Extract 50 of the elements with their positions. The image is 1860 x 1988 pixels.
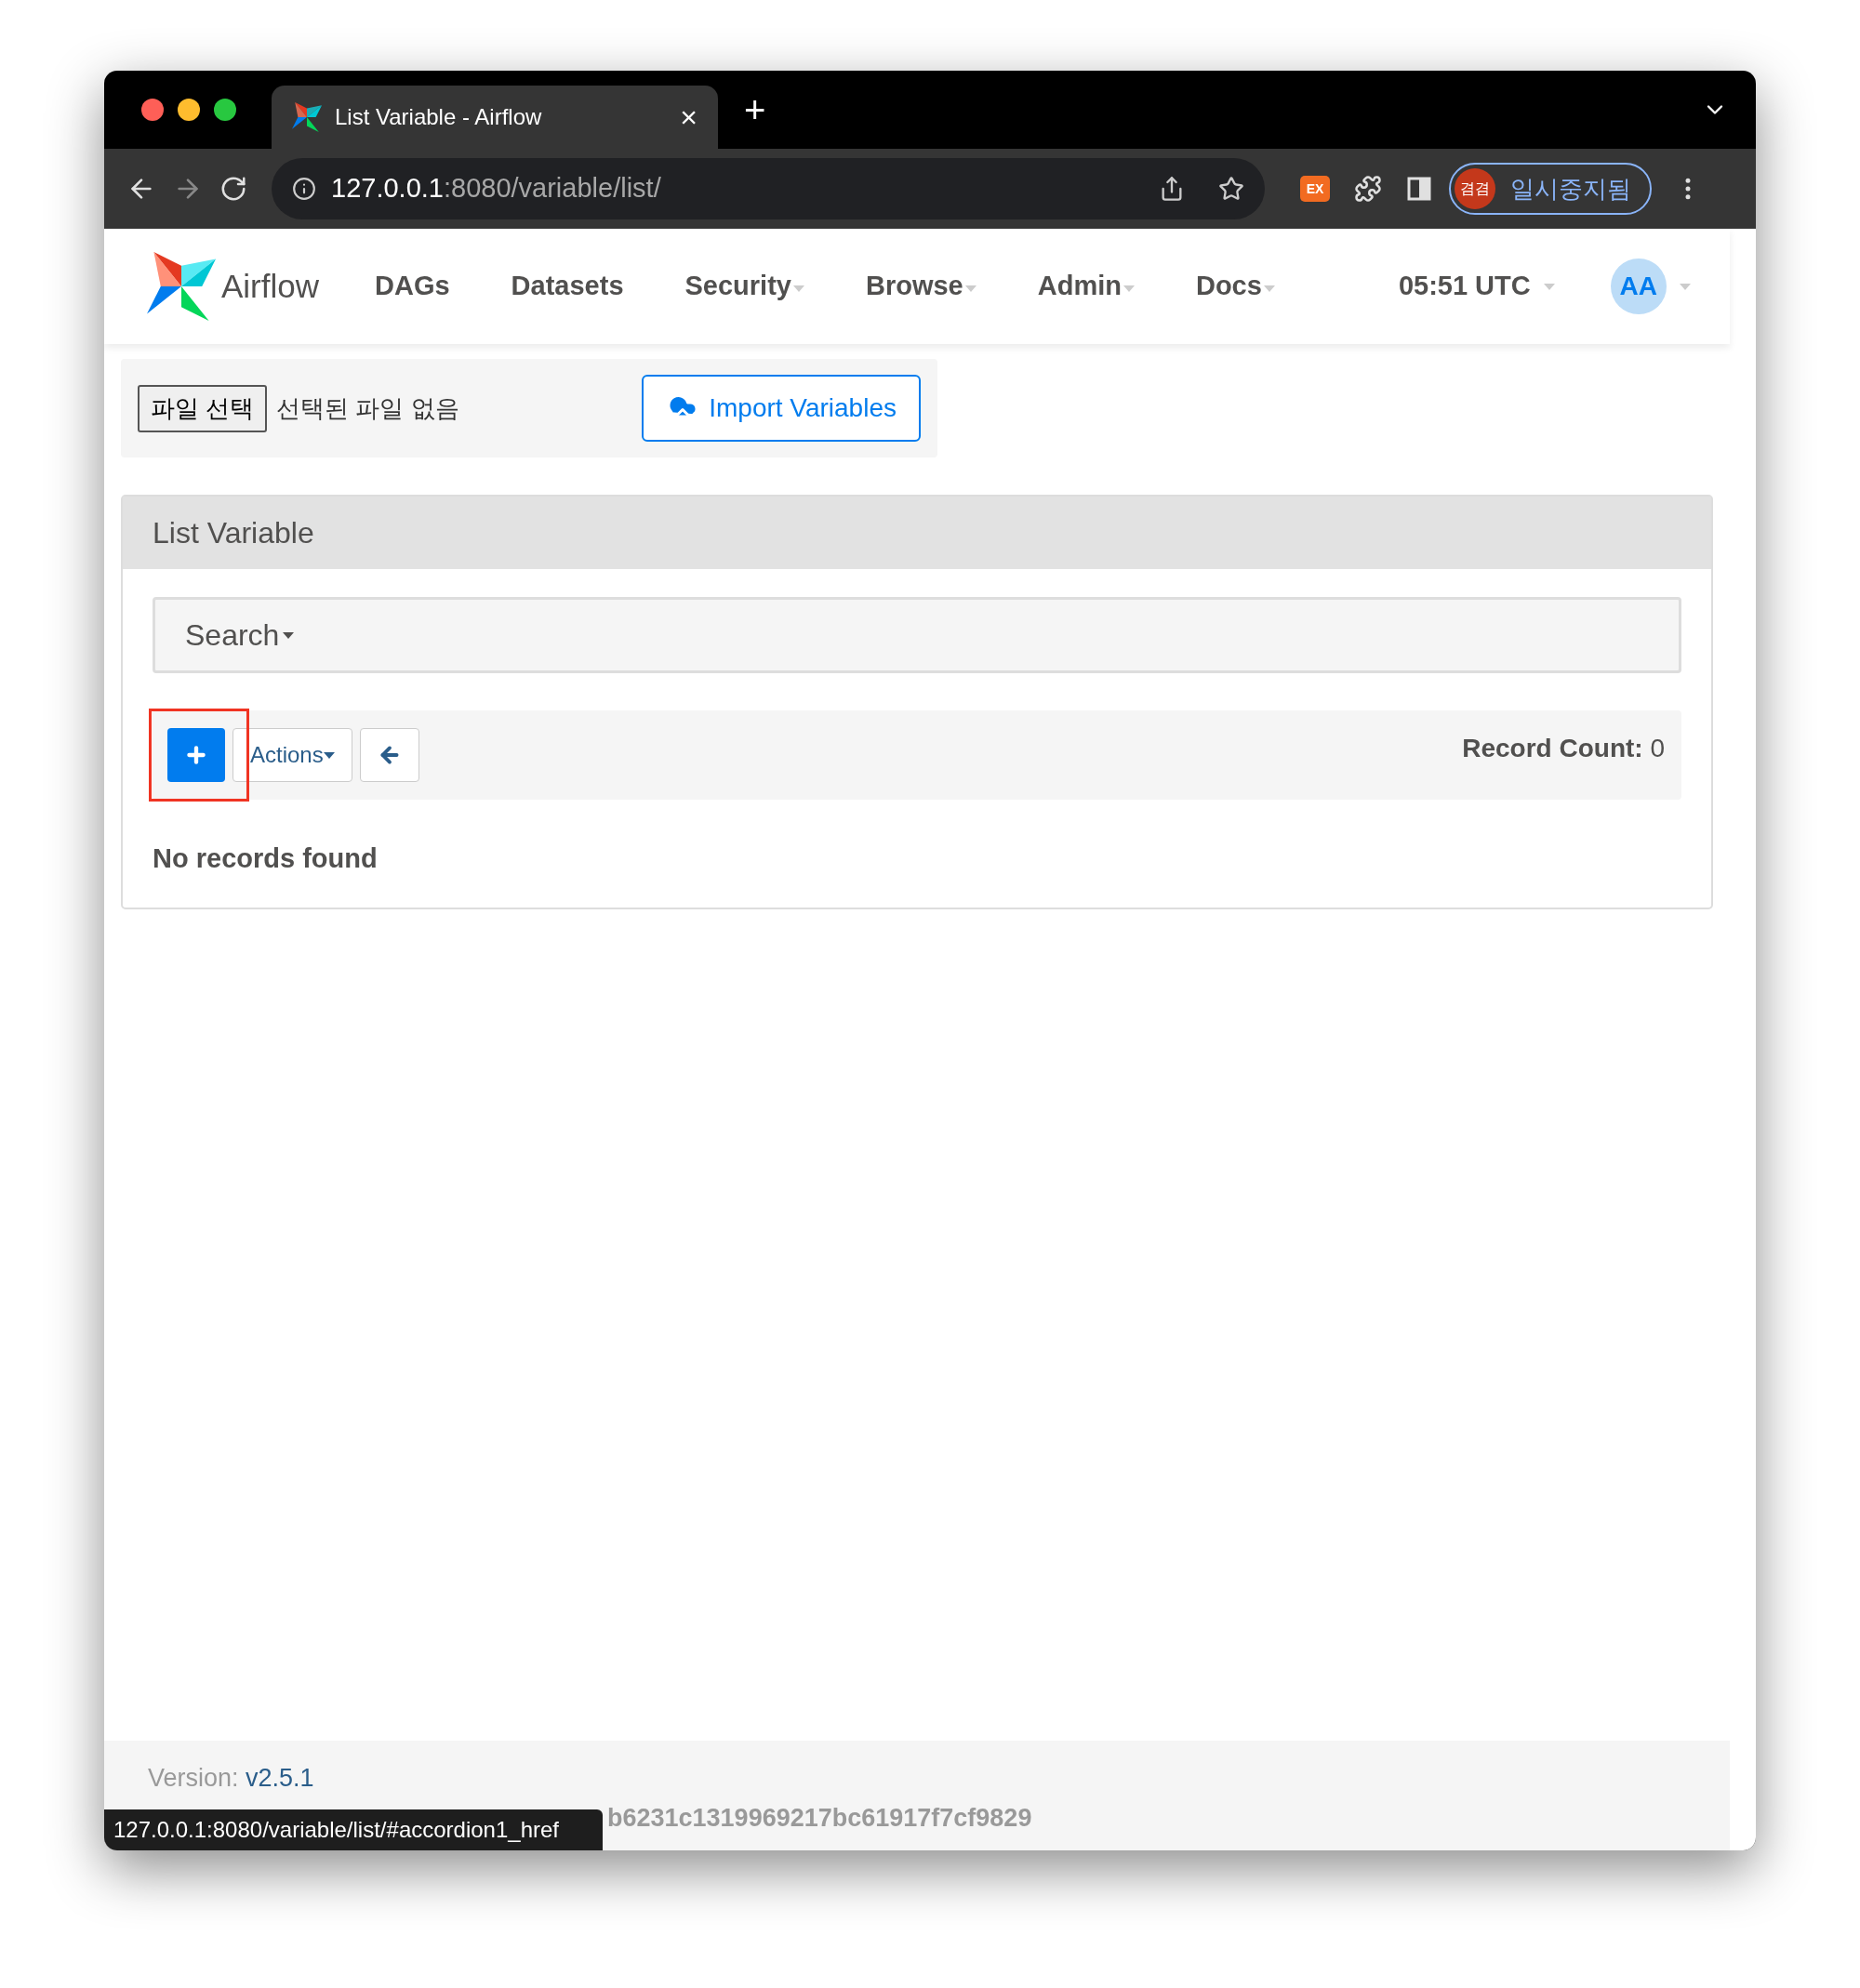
caret-icon	[323, 751, 335, 759]
actions-dropdown[interactable]: Actions	[232, 728, 352, 782]
url-text: 127.0.0.1:8080/variable/list/	[331, 172, 662, 205]
version-text: Version: v2.5.1	[148, 1763, 315, 1794]
import-variables-button[interactable]: Import Variables	[642, 375, 921, 442]
back-button[interactable]	[359, 728, 419, 782]
info-icon[interactable]	[292, 177, 316, 201]
nav-menu-item[interactable]: Docs	[1195, 266, 1275, 307]
reload-icon[interactable]	[219, 175, 247, 203]
close-tab-button[interactable]: ×	[680, 102, 698, 132]
brand-name: Airflow	[221, 266, 320, 306]
nav-menu-item[interactable]: DAGs	[375, 266, 450, 307]
bookmark-star-icon[interactable]	[1218, 176, 1244, 202]
nav-menu-item[interactable]: Admin	[1037, 266, 1135, 307]
caret-icon	[1679, 283, 1691, 290]
tab-title: List Variable - Airflow	[335, 103, 543, 131]
extensions-icon[interactable]	[1354, 175, 1382, 203]
panel-title: List Variable	[153, 515, 314, 551]
address-bar[interactable]: 127.0.0.1:8080/variable/list/	[272, 158, 1265, 219]
caret-icon	[1543, 283, 1555, 290]
caret-icon	[1123, 285, 1135, 292]
profile-avatar: 겸겸	[1455, 168, 1495, 209]
plus-icon	[184, 743, 208, 767]
minimize-window-button[interactable]	[178, 99, 200, 121]
choose-file-button[interactable]: 파일 선택	[138, 384, 268, 432]
status-url-tooltip: 127.0.0.1:8080/variable/list/#accordion1_href	[104, 1809, 603, 1850]
clock-menu[interactable]: 05:51 UTC	[1398, 266, 1555, 307]
close-window-button[interactable]	[141, 99, 164, 121]
nav-menu-item[interactable]: Security	[684, 266, 804, 307]
nav-menu-item[interactable]: Datasets	[511, 266, 624, 307]
search-toggle[interactable]: Search	[185, 613, 295, 657]
airflow-logo-icon	[292, 102, 322, 132]
side-panel-icon[interactable]	[1406, 176, 1432, 202]
browser-tab[interactable]: List Variable - Airflow ×	[272, 86, 718, 149]
maximize-window-button[interactable]	[214, 99, 236, 121]
add-record-button[interactable]	[167, 728, 225, 782]
caret-icon	[1263, 285, 1275, 292]
profile-status: 일시중지됨	[1510, 173, 1631, 205]
record-count: Record Count: 0	[1462, 733, 1665, 764]
file-status: 선택된 파일 없음	[276, 392, 460, 424]
new-tab-button[interactable]: +	[744, 91, 766, 128]
pinwheel-logo-icon	[147, 252, 216, 321]
git-version-text: b6231c1319969217bc61917f7cf9829	[607, 1802, 1033, 1834]
caret-icon	[964, 285, 976, 292]
empty-message: No records found	[153, 842, 379, 875]
caret-icon	[283, 631, 295, 639]
caret-icon	[792, 285, 804, 292]
profile-button[interactable]: 겸겸 일시중지됨	[1449, 163, 1652, 215]
airflow-logo[interactable]: Airflow	[147, 252, 320, 321]
nav-menu-item[interactable]: Browse	[865, 266, 976, 307]
